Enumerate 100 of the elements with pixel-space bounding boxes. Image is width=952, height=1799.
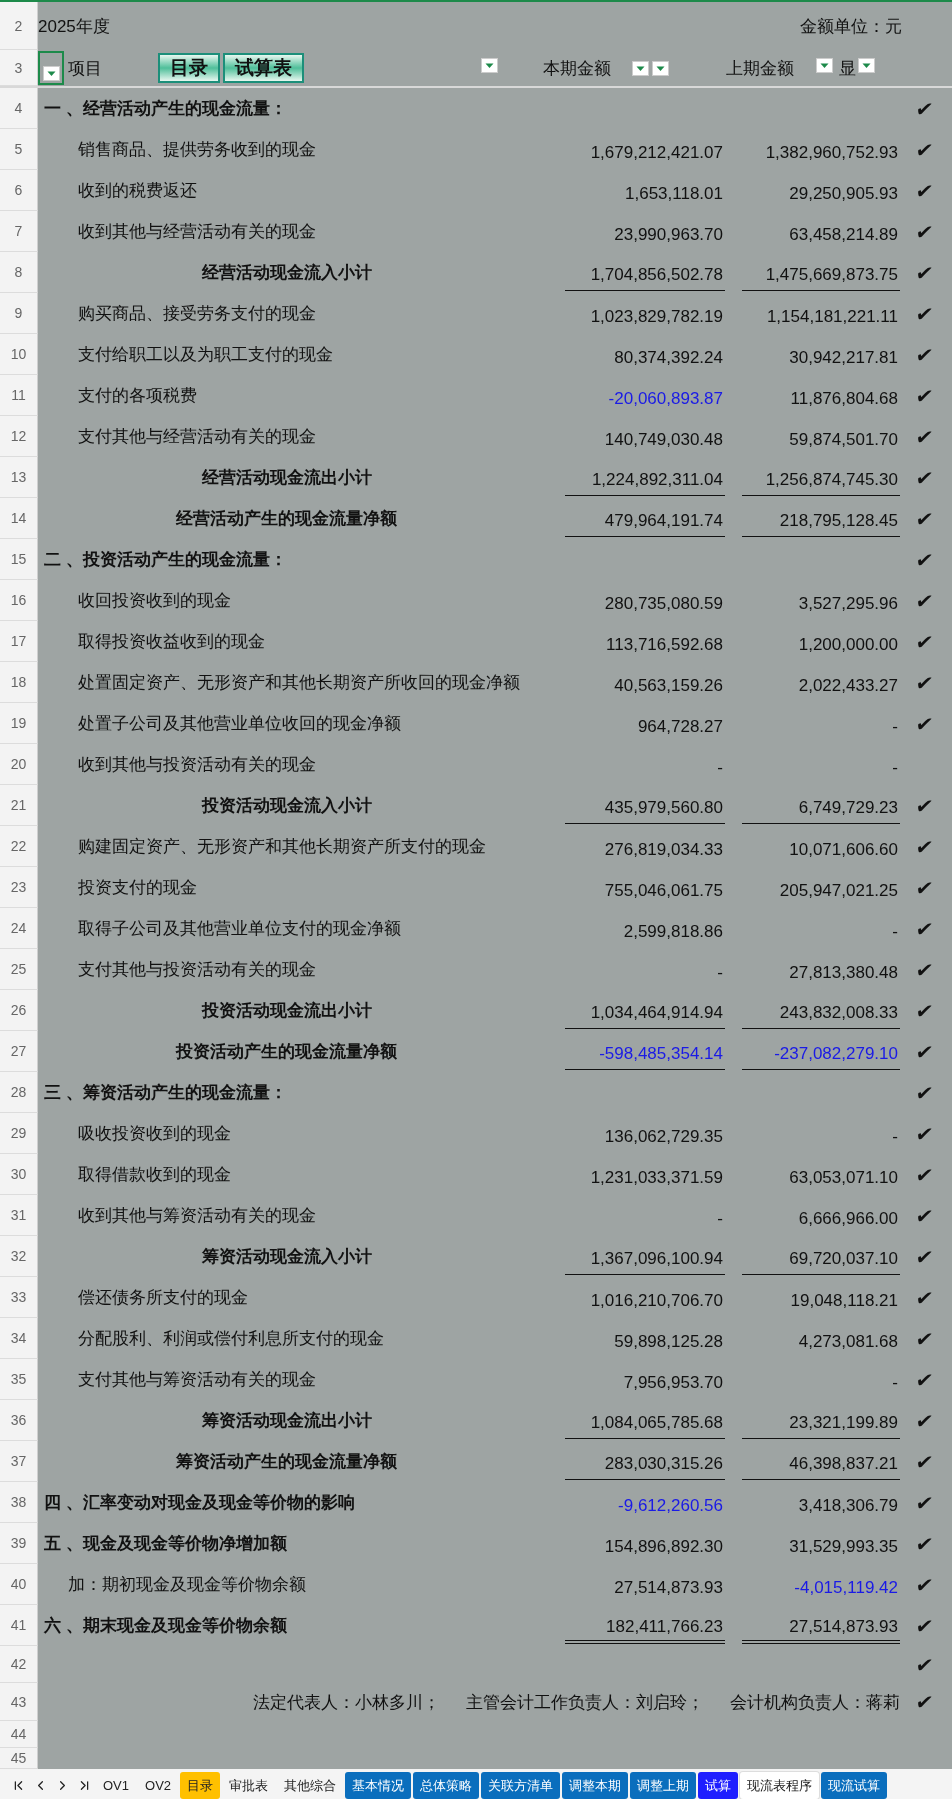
filter-dropdown-icon[interactable] <box>652 60 669 76</box>
amount-text: 136,062,729.35 <box>604 1126 723 1147</box>
amount-text: 1,382,960,752.93 <box>765 142 898 163</box>
amount-text: 1,475,669,873.75 <box>765 265 898 285</box>
row-number: 16 <box>0 580 38 621</box>
line-item-label: 支付其他与筹资活动有关的现金 <box>78 1369 316 1391</box>
signature-text: 会计机构负责人：蒋莉 <box>730 1691 900 1714</box>
filter-dropdown-icon[interactable] <box>42 66 60 81</box>
amount-text: 1,367,096,100.94 <box>590 1249 723 1269</box>
sheet-tab[interactable]: OV1 <box>96 1772 136 1799</box>
amount-text: 1,016,210,706.70 <box>590 1290 723 1311</box>
sheet-tab[interactable]: 调整上期 <box>630 1772 697 1799</box>
line-item-label: 经营活动现金流出小计 <box>201 467 372 489</box>
line-item-label: 筹资活动现金流出小计 <box>201 1410 372 1432</box>
amount-text: 280,735,080.59 <box>604 593 723 614</box>
unit-label: 金额单位：元 <box>800 15 902 38</box>
sheet-tab[interactable]: 现流表程序 <box>740 1772 820 1799</box>
sheet-tab[interactable]: 审批表 <box>222 1772 276 1799</box>
amount-text: - <box>892 716 898 737</box>
check-mark: ✔ <box>914 918 935 939</box>
row-number: 34 <box>0 1318 38 1359</box>
amount-text: 3,418,306.79 <box>798 1495 898 1516</box>
column-header: 显 <box>839 57 856 80</box>
row-number: 26 <box>0 990 38 1031</box>
check-mark: ✔ <box>914 1451 935 1472</box>
amount-text: 6,666,966.00 <box>798 1208 898 1229</box>
row-number: 31 <box>0 1195 38 1236</box>
amount-text: 435,979,560.80 <box>604 798 723 818</box>
nav-button[interactable]: 试算表 <box>223 53 304 83</box>
line-item-label: 处置子公司及其他营业单位收回的现金净额 <box>78 713 401 735</box>
amount-text: 23,321,199.89 <box>789 1413 898 1433</box>
row-number: 39 <box>0 1523 38 1564</box>
sheet-tab[interactable]: 试算 <box>698 1772 739 1799</box>
check-mark: ✔ <box>914 98 935 119</box>
row-number: 38 <box>0 1482 38 1523</box>
sheet-tab[interactable]: 基本情况 <box>345 1772 412 1799</box>
signature-text: 主管会计工作负责人：刘启玲； <box>466 1691 704 1714</box>
row-number: 13 <box>0 457 38 498</box>
row-number: 27 <box>0 1031 38 1072</box>
amount-text: -9,612,260.56 <box>618 1495 723 1516</box>
line-item-label: 投资活动现金流出小计 <box>201 1000 372 1022</box>
line-item-label: 收到其他与投资活动有关的现金 <box>78 754 316 776</box>
line-item-label: 取得子公司及其他营业单位支付的现金净额 <box>78 918 401 940</box>
row-number: 23 <box>0 867 38 908</box>
nav-button[interactable]: 目录 <box>158 53 220 83</box>
row-number: 30 <box>0 1154 38 1195</box>
row-number: 3 <box>0 50 38 86</box>
sheet-tab[interactable]: 关联方清单 <box>481 1772 561 1799</box>
amount-text: - <box>892 757 898 778</box>
amount-text: 140,749,030.48 <box>604 429 723 450</box>
sheet-tab[interactable]: OV2 <box>138 1772 179 1799</box>
line-item-label: 筹资活动产生的现金流量净额 <box>176 1451 397 1473</box>
line-item-label: 支付的各项税费 <box>78 385 197 407</box>
amount-text: 1,200,000.00 <box>798 634 898 655</box>
amount-text: 27,514,873.93 <box>789 1616 898 1637</box>
amount-text: 243,832,008.33 <box>779 1003 898 1023</box>
filter-dropdown-icon[interactable] <box>632 60 649 76</box>
sheet-tab[interactable]: 总体策略 <box>413 1772 480 1799</box>
row-number: 43 <box>0 1683 38 1721</box>
row-number: 15 <box>0 539 38 580</box>
check-mark: ✔ <box>914 221 935 242</box>
row-number: 12 <box>0 416 38 457</box>
line-item-label: 分配股利、利润或偿付利息所支付的现金 <box>78 1328 384 1350</box>
amount-text: - <box>892 1126 898 1147</box>
row-number: 40 <box>0 1564 38 1605</box>
amount-text: 1,679,212,421.07 <box>590 142 723 163</box>
signature-text: 法定代表人：小林多川； <box>253 1691 440 1714</box>
sheet-tab[interactable]: 现流试算 <box>821 1772 888 1799</box>
amount-text: 1,224,892,311.04 <box>591 470 723 490</box>
filter-dropdown-icon[interactable] <box>858 58 875 73</box>
row-number: 17 <box>0 621 38 662</box>
row-number: 35 <box>0 1359 38 1400</box>
amount-text: 2,599,818.86 <box>623 921 723 942</box>
amount-text: 59,898,125.28 <box>614 1331 723 1352</box>
amount-text: 154,896,892.30 <box>604 1536 723 1557</box>
check-mark: ✔ <box>914 631 935 652</box>
row-number: 20 <box>0 744 38 785</box>
check-mark: ✔ <box>914 180 935 201</box>
amount-text: 46,398,837.21 <box>789 1454 898 1474</box>
sheet-tab[interactable]: 其他综合 <box>277 1772 344 1799</box>
row-number: 8 <box>0 252 38 293</box>
filter-dropdown-icon[interactable] <box>816 58 833 73</box>
line-item-label: 处置固定资产、无形资产和其他长期资产所收回的现金净额 <box>78 672 520 694</box>
amount-text: 4,273,081.68 <box>798 1331 898 1352</box>
amount-text: 11,876,804.68 <box>790 388 898 409</box>
row-number: 7 <box>0 211 38 252</box>
row-number: 28 <box>0 1072 38 1113</box>
amount-text: 19,048,118.21 <box>790 1290 898 1311</box>
row-number: 19 <box>0 703 38 744</box>
check-mark: ✔ <box>914 1533 935 1554</box>
amount-text: -237,082,279.10 <box>774 1044 898 1064</box>
column-header: 本期金额 <box>543 57 611 80</box>
row-number: 18 <box>0 662 38 703</box>
sheet-tab[interactable]: 调整本期 <box>562 1772 629 1799</box>
check-mark: ✔ <box>914 1692 935 1712</box>
selected-cell[interactable] <box>38 51 64 85</box>
check-mark: ✔ <box>914 1123 935 1144</box>
sheet-tab[interactable]: 目录 <box>180 1772 221 1799</box>
filter-dropdown-icon[interactable] <box>481 58 498 73</box>
row-number: 41 <box>0 1605 38 1646</box>
